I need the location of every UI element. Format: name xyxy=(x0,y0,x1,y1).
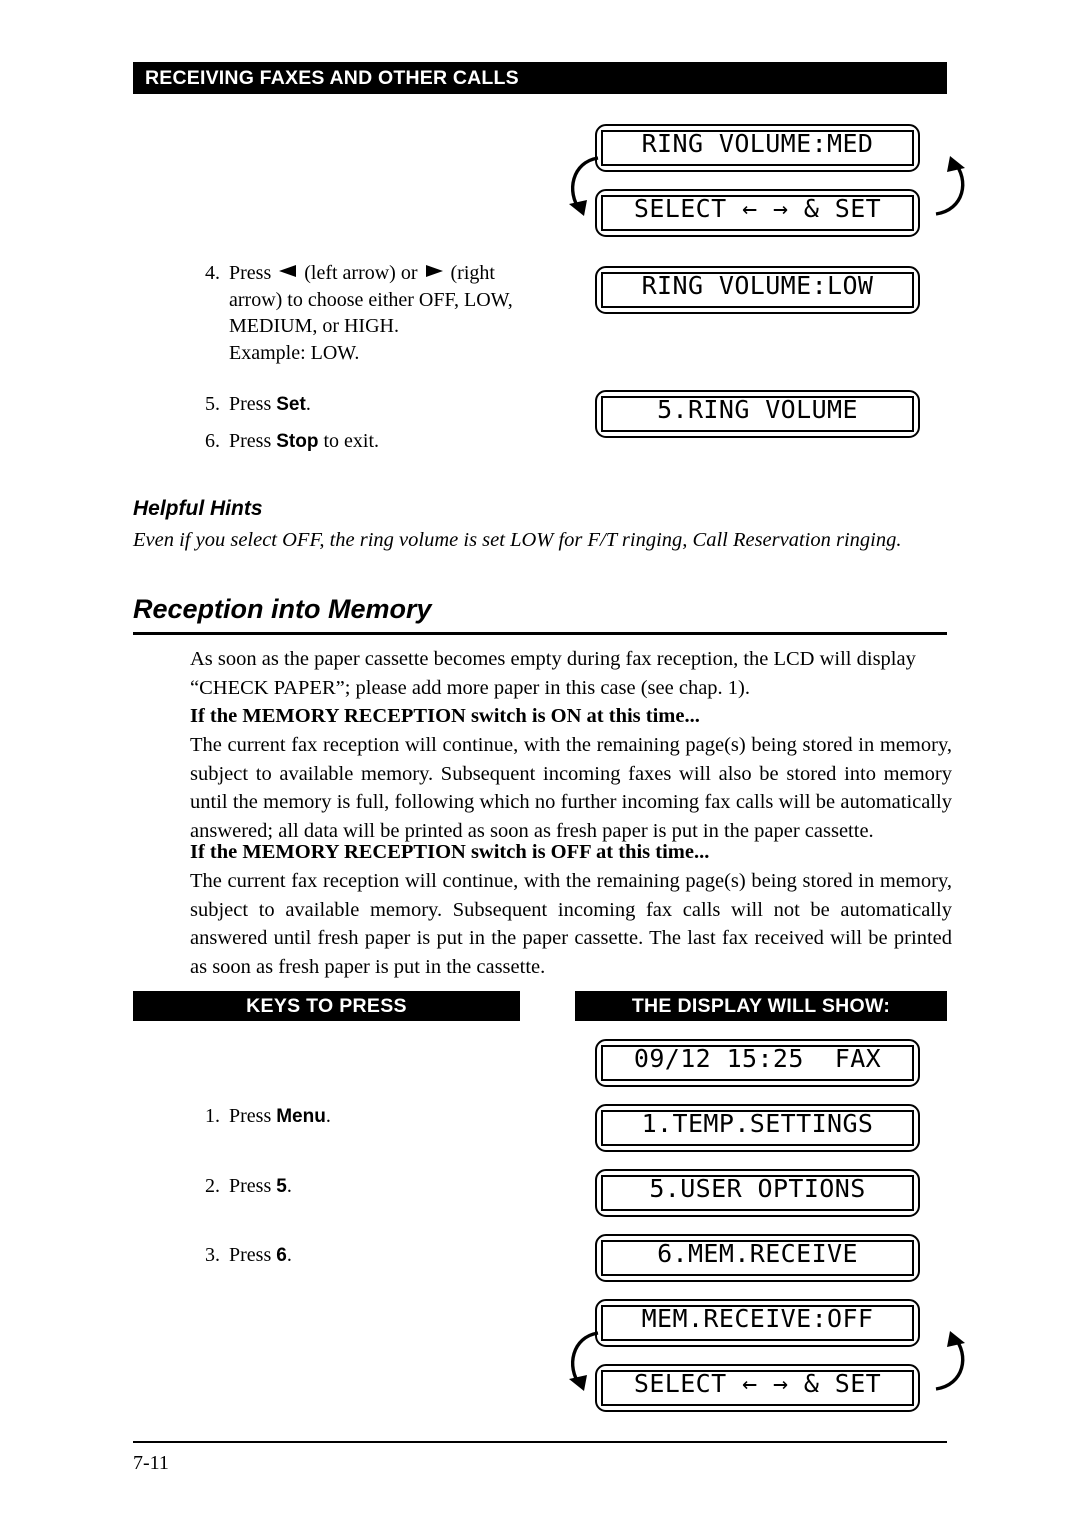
lcd-text: 5.RING VOLUME xyxy=(657,395,858,424)
lcd-screen-ring-volume-low: RING VOLUME:LOW xyxy=(595,266,920,314)
lcd-screen-mem-receive-menu: 6.MEM.RECEIVE xyxy=(595,1234,920,1282)
step-text: Press Stop to exit. xyxy=(229,429,379,452)
cycle-arrow-right-up-icon xyxy=(920,1327,980,1413)
cycle-arrow-left-down-icon xyxy=(556,152,616,238)
step-text: Press (left arrow) or (right arrow) to c… xyxy=(229,262,513,364)
key-label-stop: Stop xyxy=(276,430,319,452)
lcd-text: RING VOLUME:MED xyxy=(641,129,874,158)
section-intro-paragraph: As soon as the paper cassette becomes em… xyxy=(190,648,916,699)
right-arrow-triangle-icon xyxy=(425,265,443,278)
cycle-arrow-left-down-icon xyxy=(556,1327,616,1413)
step-text: Press Set. xyxy=(229,393,311,415)
lcd-text: MEM.RECEIVE:OFF xyxy=(641,1304,874,1333)
key-label-menu: Menu xyxy=(276,1106,326,1127)
cycle-arrow-right-up-icon xyxy=(920,152,980,238)
lcd-screen-idle-fax: 09/12 15:25 FAX xyxy=(595,1039,920,1087)
section-title: Reception into Memory xyxy=(133,594,947,635)
footer-rule xyxy=(133,1441,947,1443)
step-number: 1. xyxy=(205,1105,220,1127)
step-item-6: 6. Press Stop to exit. xyxy=(190,428,535,456)
running-head: RECEIVING FAXES AND OTHER CALLS xyxy=(133,62,947,94)
step-number: 2. xyxy=(205,1174,220,1197)
lcd-text: 6.MEM.RECEIVE xyxy=(657,1239,858,1268)
lcd-screen-select-and-set-2: SELECT ← → & SET xyxy=(595,1364,920,1412)
step-item-4: 4. Press (left arrow) or (right arrow) t… xyxy=(190,260,535,366)
procedure-steps-list: 1. Press Menu. 2. Press 5. 3. Press 6. xyxy=(190,1103,520,1270)
lcd-screen-ring-volume-menu: 5.RING VOLUME xyxy=(595,390,920,438)
column-header-keys-to-press: KEYS TO PRESS xyxy=(133,991,520,1021)
step-text: Press 5. xyxy=(229,1174,292,1197)
step-text: Press 6. xyxy=(229,1244,292,1266)
key-label-set: Set xyxy=(276,394,306,415)
step-item-2: 2. Press 5. xyxy=(190,1173,520,1201)
step-number: 5. xyxy=(205,393,220,415)
step-number: 4. xyxy=(205,262,220,284)
subheading-memory-off: If the MEMORY RECEPTION switch is OFF at… xyxy=(190,841,710,863)
step-item-3: 3. Press 6. xyxy=(190,1242,520,1270)
lcd-screen-mem-receive-off: MEM.RECEIVE:OFF xyxy=(595,1299,920,1347)
lcd-text: RING VOLUME:LOW xyxy=(641,271,874,300)
lcd-screen-ring-volume-med: RING VOLUME:MED xyxy=(595,124,920,172)
lcd-screen-temp-settings: 1.TEMP.SETTINGS xyxy=(595,1104,920,1152)
paragraph-memory-off: The current fax reception will continue,… xyxy=(190,870,952,978)
lcd-screen-select-and-set-1: SELECT ← → & SET xyxy=(595,189,920,237)
left-arrow-triangle-icon xyxy=(279,265,297,278)
key-label-5: 5 xyxy=(276,1175,287,1197)
lcd-text: SELECT ← → & SET xyxy=(633,194,882,223)
helpful-hints-body: Even if you select OFF, the ring volume … xyxy=(133,529,902,551)
step-item-5: 5. Press Set. xyxy=(190,391,535,419)
lcd-text: SELECT ← → & SET xyxy=(633,1369,882,1398)
paragraph-memory-on: The current fax reception will continue,… xyxy=(190,734,952,842)
lcd-screen-user-options: 5.USER OPTIONS xyxy=(595,1169,920,1217)
subheading-memory-on: If the MEMORY RECEPTION switch is ON at … xyxy=(190,705,700,727)
lcd-text: 1.TEMP.SETTINGS xyxy=(641,1109,874,1138)
lcd-text: 09/12 15:25 FAX xyxy=(633,1044,882,1073)
column-header-display-will-show: THE DISPLAY WILL SHOW: xyxy=(575,991,947,1021)
helpful-hints-title: Helpful Hints xyxy=(133,497,263,520)
step-number: 6. xyxy=(205,429,220,452)
lcd-text: 5.USER OPTIONS xyxy=(649,1174,866,1203)
step-number: 3. xyxy=(205,1244,220,1266)
top-steps-list: 4. Press (left arrow) or (right arrow) t… xyxy=(190,260,535,455)
page-number: 7-11 xyxy=(133,1452,169,1474)
key-label-6: 6 xyxy=(276,1245,287,1266)
step-item-1: 1. Press Menu. xyxy=(190,1103,520,1131)
step-text: Press Menu. xyxy=(229,1105,331,1127)
